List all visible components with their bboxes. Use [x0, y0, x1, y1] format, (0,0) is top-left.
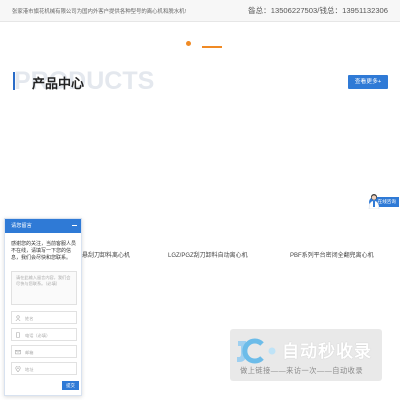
section-title: 产品中心 — [32, 76, 85, 91]
location-icon — [15, 366, 21, 372]
message-panel-intro: 感谢您的关注，当前客服人员不在线，请填写一下您的信息，我们会尽快和您联系。 — [11, 241, 77, 261]
view-more-button[interactable]: 查看更多+ — [348, 75, 388, 89]
mail-icon — [15, 349, 21, 355]
address-field[interactable]: 地址 — [11, 362, 77, 375]
user-icon — [15, 315, 21, 321]
minimize-icon[interactable] — [72, 225, 77, 226]
nav-active-underline — [202, 46, 222, 48]
name-field-placeholder: 姓名 — [25, 315, 34, 321]
watermark-subtext: 做上链接——来访一次——自动收录 — [240, 366, 364, 375]
top-info-bar: 张家港市旗花机械有限公司为国内外客户提供各种型号的离心机和脱水机! 昝总：135… — [0, 0, 400, 22]
message-panel: 请您留言 感谢您的关注，当前客服人员不在线，请填写一下您的信息，我们会尽快和您联… — [4, 218, 82, 396]
phone-field-placeholder: 电话（必填） — [25, 332, 51, 338]
message-panel-header[interactable]: 请您留言 — [5, 219, 81, 233]
contact-phones: 昝总：13506227503/钱总：13951132306 — [247, 6, 388, 15]
phone-icon — [16, 332, 20, 338]
product-caption-3[interactable]: PBF系列平台密闭全翻兜离心机 — [290, 250, 374, 259]
navigation-bar — [0, 22, 400, 50]
message-textarea[interactable]: 请在此输入留言内容，我们会尽快与您联系。（必填） — [11, 271, 77, 305]
watermark-text: 自动秒收录 — [282, 342, 372, 361]
service-agent-avatar-icon — [368, 194, 380, 209]
message-panel-title: 请您留言 — [11, 223, 32, 229]
product-caption-1[interactable]: 悬刮刀卸料离心机 — [82, 250, 130, 259]
name-field[interactable]: 姓名 — [11, 311, 77, 324]
email-field-placeholder: 邮箱 — [25, 349, 34, 355]
section-accent-bar — [13, 72, 15, 90]
nav-indicator-dot — [186, 41, 191, 46]
company-tagline: 张家港市旗花机械有限公司为国内外客户提供各种型号的离心机和脱水机! — [12, 9, 186, 15]
email-field[interactable]: 邮箱 — [11, 345, 77, 358]
watermark-logo-icon — [237, 338, 276, 364]
address-field-placeholder: 地址 — [25, 366, 34, 372]
product-caption-2[interactable]: LGZ/PGZ刮刀卸料自动离心机 — [168, 250, 248, 259]
phone-field[interactable]: 电话（必填） — [11, 328, 77, 341]
submit-button[interactable]: 提交 — [62, 381, 79, 390]
